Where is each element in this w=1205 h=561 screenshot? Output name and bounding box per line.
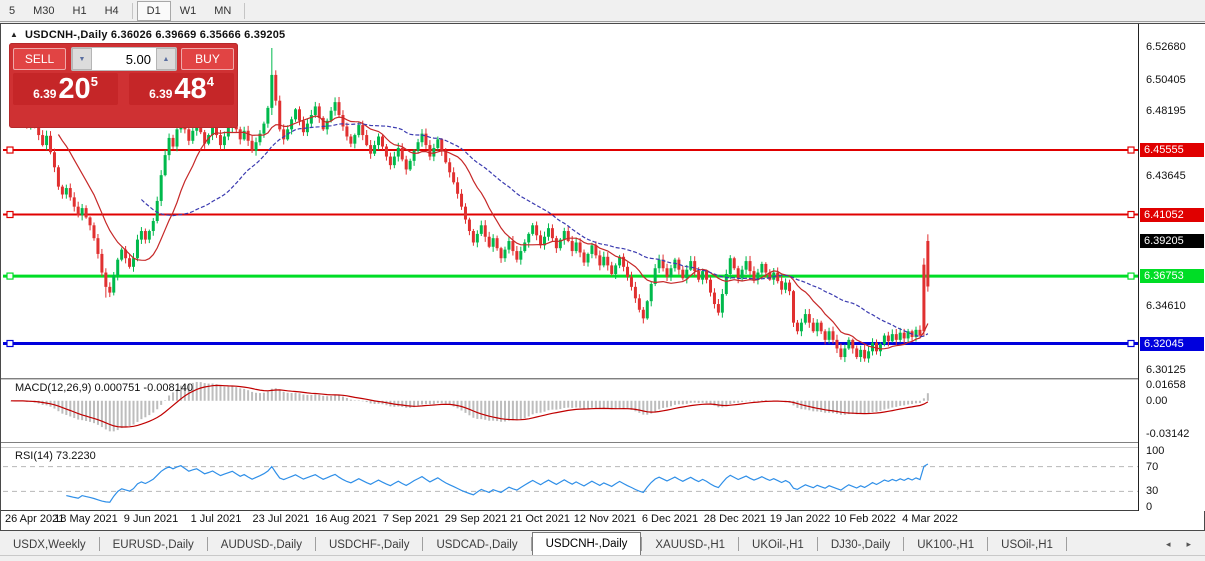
current-price-label: 6.39205	[1140, 233, 1204, 248]
timeframe-button-H1[interactable]: H1	[64, 1, 96, 21]
macd-axis-tick: 0.01658	[1146, 379, 1186, 391]
price-axis-tick: 6.52680	[1146, 41, 1186, 53]
buy-price-button[interactable]: 6.39 48 4	[129, 73, 234, 105]
price-axis-tick: 6.50405	[1146, 73, 1186, 86]
toolbar-separator	[244, 2, 246, 19]
bottom-tab-usdcad-daily[interactable]: USDCAD-,Daily	[423, 534, 530, 555]
timeframe-button-MN[interactable]: MN	[205, 1, 240, 21]
buy-button[interactable]: BUY	[181, 48, 234, 70]
sell-price-prefix: 6.39	[33, 87, 57, 101]
level-price-label[interactable]: 6.32045	[1140, 336, 1204, 351]
sell-price-pip: 5	[90, 74, 98, 89]
buy-price-main: 48	[174, 73, 207, 105]
rsi-axis-tick: 100	[1146, 445, 1165, 457]
tab-scroll-arrows: ◂ ▸	[1166, 539, 1205, 555]
bottom-tab-uk100-h1[interactable]: UK100-,H1	[904, 534, 987, 555]
bottom-tab-usdchf-daily[interactable]: USDCHF-,Daily	[316, 534, 423, 555]
chart-window[interactable]: ▲ USDCNH-,Daily 6.36026 6.39669 6.35666 …	[0, 23, 1205, 531]
tab-scroll-right-icon[interactable]: ▸	[1186, 539, 1191, 550]
bottom-tab-xauusd-h1[interactable]: XAUUSD-,H1	[642, 534, 738, 555]
buy-price-prefix: 6.39	[149, 87, 173, 101]
symbol-tab-bar: USDX,Weekly EURUSD-,Daily AUDUSD-,Daily USD…	[0, 532, 1205, 556]
buy-price-pip: 4	[206, 74, 214, 89]
volume-increase-button[interactable]: ▲	[156, 48, 176, 70]
date-axis-label: 4 Mar 2022	[902, 513, 958, 525]
tab-scroll-left-icon[interactable]: ◂	[1166, 539, 1171, 550]
rsi-axis-tick: 70	[1146, 461, 1159, 473]
level-price-label[interactable]: 6.41052	[1140, 207, 1204, 222]
sell-price-main: 20	[58, 73, 91, 105]
timeframe-toolbar: 5 M30 H1 H4 D1 W1 MN	[0, 0, 1205, 22]
macd-axis-tick: -0.03142	[1146, 428, 1190, 440]
timeframe-button-W1[interactable]: W1	[171, 1, 206, 21]
timeframe-button-M30[interactable]: M30	[24, 1, 63, 21]
price-axis-tick: 6.43645	[1146, 170, 1186, 183]
sell-price-button[interactable]: 6.39 20 5	[13, 73, 118, 105]
volume-decrease-button[interactable]: ▼	[72, 48, 92, 70]
bottom-tab-audusd-daily[interactable]: AUDUSD-,Daily	[208, 534, 315, 555]
price-axis-tick: 6.30125	[1146, 364, 1186, 376]
price-axis-tick: 6.34610	[1146, 299, 1186, 312]
bottom-tab-usdx-weekly[interactable]: USDX,Weekly	[0, 534, 99, 555]
volume-stepper: ▼ ▲	[71, 47, 177, 71]
macd-indicator-label: MACD(12,26,9) 0.000751 -0.008140	[15, 382, 193, 394]
bottom-tab-usdcnh-daily[interactable]: USDCNH-,Daily	[531, 532, 642, 555]
bottom-tab-usoil-h1[interactable]: USOil-,H1	[988, 534, 1066, 555]
sell-button[interactable]: SELL	[13, 48, 66, 70]
tab-separator	[1065, 537, 1067, 551]
level-price-label[interactable]: 6.45555	[1140, 143, 1204, 158]
level-price-label[interactable]: 6.36753	[1140, 269, 1204, 284]
rsi-axis-tick: 30	[1146, 485, 1159, 497]
chart-marker-icon: ▲	[10, 30, 18, 39]
one-click-trade-panel: SELL ▼ ▲ BUY 6.39 20 5 6.39 48 4	[9, 43, 238, 128]
macd-axis-tick: 0.00	[1146, 395, 1168, 407]
timeframe-button-D1[interactable]: D1	[136, 0, 171, 21]
trade-panel-row: SELL ▼ ▲ BUY	[9, 46, 238, 71]
toolbar-separator	[131, 2, 133, 19]
bottom-tab-dj30-daily[interactable]: DJ30-,Daily	[818, 534, 903, 555]
rsi-indicator-label: RSI(14) 73.2230	[15, 450, 96, 462]
terminal-window: 5 M30 H1 H4 D1 W1 MN ▲ USDCNH-,Daily 6.36026 6…	[0, 0, 1205, 561]
bottom-tab-ukoil-h1[interactable]: UKOil-,H1	[739, 534, 817, 555]
timeframe-button-H4[interactable]: H4	[96, 1, 128, 21]
chart-title-ohlc: USDCNH-,Daily 6.36026 6.39669 6.35666 6.…	[25, 29, 286, 41]
bottom-tab-eurusd-daily[interactable]: EURUSD-,Daily	[100, 534, 207, 555]
bottom-strip	[0, 556, 1205, 561]
rsi-axis-tick: 0	[1146, 501, 1153, 513]
volume-input[interactable]	[92, 48, 156, 70]
timeframe-button-5[interactable]: 5	[0, 1, 24, 21]
price-axis-tick: 6.48195	[1146, 105, 1186, 118]
